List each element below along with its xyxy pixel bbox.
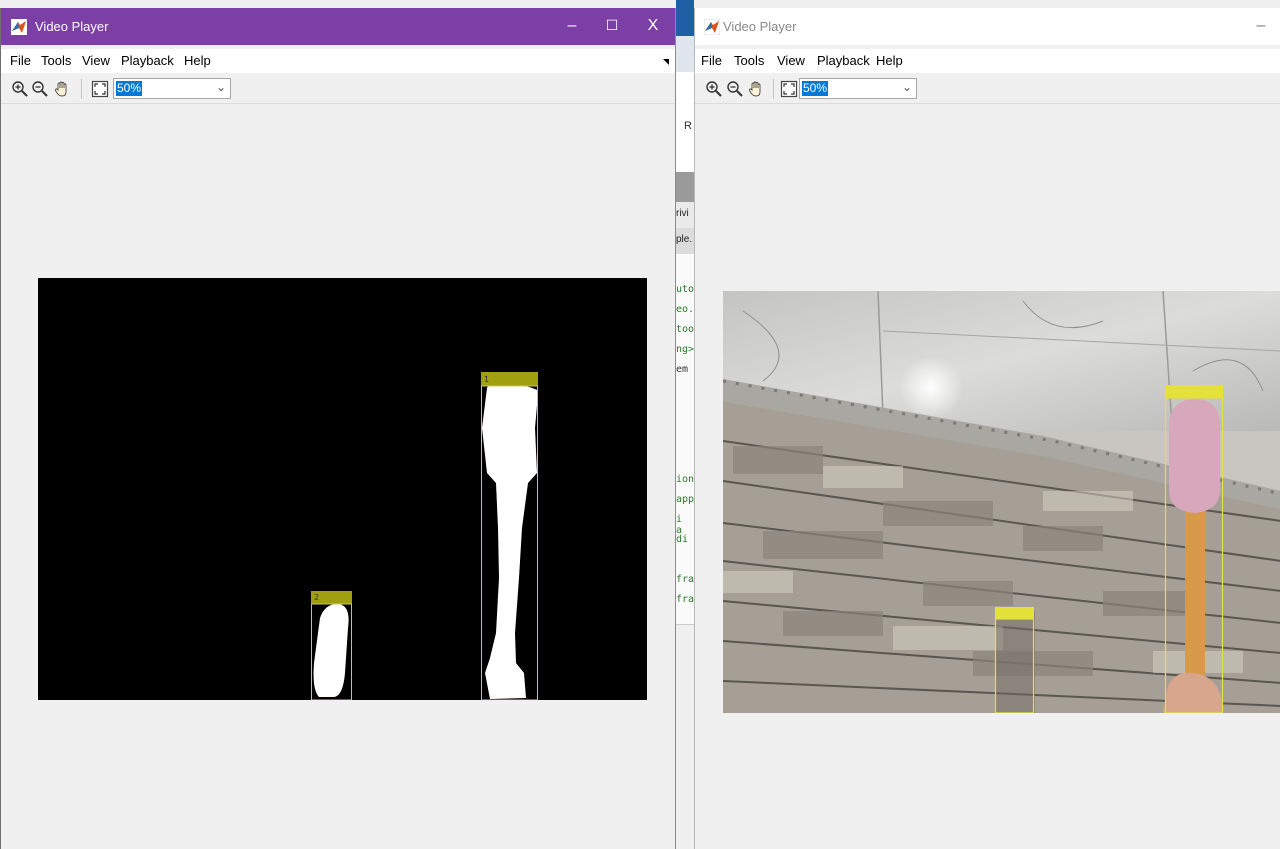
- menu-tools[interactable]: Tools: [734, 53, 764, 68]
- editor-ribbon-body: R: [676, 72, 694, 172]
- toolbar-separator: [81, 79, 82, 99]
- ribbon-text: R: [684, 120, 692, 132]
- code-line: uto: [676, 284, 694, 295]
- toolbar: 50% ⌄: [695, 74, 1280, 104]
- editor-code-area: uto eo. too ng> em ion app i a di fra fr…: [676, 254, 694, 654]
- menu-help[interactable]: Help: [876, 53, 903, 68]
- menu-dock-arrow-icon[interactable]: [663, 57, 671, 65]
- video-player-window-left: Video Player – ☐ X File Tools View Playb…: [0, 8, 676, 849]
- svg-text:1: 1: [484, 375, 489, 384]
- code-line: em: [676, 364, 689, 375]
- code-line: di: [676, 534, 689, 545]
- title-bar[interactable]: Video Player –: [695, 8, 1280, 45]
- zoom-value: 50%: [116, 81, 143, 96]
- menu-view[interactable]: View: [82, 53, 110, 68]
- menu-bar: File Tools View Playback Help: [695, 49, 1280, 73]
- toolbar-separator: [773, 79, 774, 99]
- detection-label-2: [995, 607, 1034, 619]
- zoom-dropdown[interactable]: 50% ⌄: [799, 78, 917, 99]
- desktop: Video Player – ☐ X File Tools View Playb…: [0, 0, 1280, 849]
- zoom-in-icon[interactable]: [705, 80, 723, 98]
- code-line: ion: [676, 474, 694, 485]
- code-line: app: [676, 494, 694, 505]
- code-line: i a: [676, 514, 683, 536]
- matlab-icon: [704, 19, 720, 35]
- menu-playback[interactable]: Playback: [817, 53, 870, 68]
- fit-to-window-icon[interactable]: [91, 80, 109, 98]
- pan-hand-icon[interactable]: [53, 80, 71, 98]
- chevron-down-icon[interactable]: ⌄: [902, 80, 912, 94]
- matlab-icon: [11, 19, 27, 35]
- minimize-button[interactable]: –: [1241, 8, 1280, 45]
- zoom-value: 50%: [802, 81, 829, 96]
- window-title: Video Player: [723, 19, 797, 34]
- code-line: fra: [676, 574, 694, 585]
- code-line: too: [676, 324, 694, 335]
- minimize-button[interactable]: –: [552, 8, 592, 45]
- menu-view[interactable]: View: [777, 53, 805, 68]
- menu-file[interactable]: File: [10, 53, 31, 68]
- zoom-out-icon[interactable]: [31, 80, 49, 98]
- menu-file[interactable]: File: [701, 53, 722, 68]
- editor-tab-1: rivi: [676, 202, 694, 228]
- maximize-button[interactable]: ☐: [592, 8, 632, 45]
- editor-divider: [676, 172, 694, 202]
- camera-frame-image: [723, 291, 1280, 713]
- editor-bottom-panel: [676, 624, 694, 849]
- video-player-window-right: Video Player – File Tools View Playback …: [694, 8, 1280, 849]
- detection-label-1: [481, 372, 538, 386]
- editor-header-strip: [676, 0, 694, 36]
- binary-mask-image: 1 2: [38, 278, 647, 700]
- title-bar[interactable]: Video Player – ☐ X: [1, 8, 675, 45]
- menu-bar: File Tools View Playback Help: [1, 49, 675, 73]
- menu-playback[interactable]: Playback: [121, 53, 174, 68]
- tab-text-1[interactable]: rivi: [676, 208, 689, 219]
- tab-text-2[interactable]: ple.: [676, 234, 692, 245]
- window-title: Video Player: [35, 19, 109, 34]
- pan-hand-icon[interactable]: [747, 80, 765, 98]
- video-frame-binary-mask: 1 2: [38, 278, 647, 700]
- chevron-down-icon[interactable]: ⌄: [216, 80, 226, 94]
- fit-to-window-icon[interactable]: [780, 80, 798, 98]
- background-editor-window: R rivi ple. uto eo. too ng> em ion app i…: [676, 0, 694, 849]
- zoom-in-icon[interactable]: [11, 80, 29, 98]
- detection-label-1: [1165, 385, 1223, 398]
- editor-tab-2: ple.: [676, 228, 694, 254]
- close-button[interactable]: X: [633, 8, 673, 45]
- menu-tools[interactable]: Tools: [41, 53, 71, 68]
- code-line: eo.: [676, 304, 694, 315]
- svg-text:2: 2: [314, 593, 319, 602]
- menu-help[interactable]: Help: [184, 53, 211, 68]
- toolbar: 50% ⌄: [1, 74, 675, 104]
- zoom-out-icon[interactable]: [726, 80, 744, 98]
- code-line: fra: [676, 594, 694, 605]
- video-frame-camera: [723, 291, 1280, 713]
- editor-ribbon-strip: [676, 36, 694, 72]
- code-line: ng>: [676, 344, 694, 355]
- zoom-dropdown[interactable]: 50% ⌄: [113, 78, 231, 99]
